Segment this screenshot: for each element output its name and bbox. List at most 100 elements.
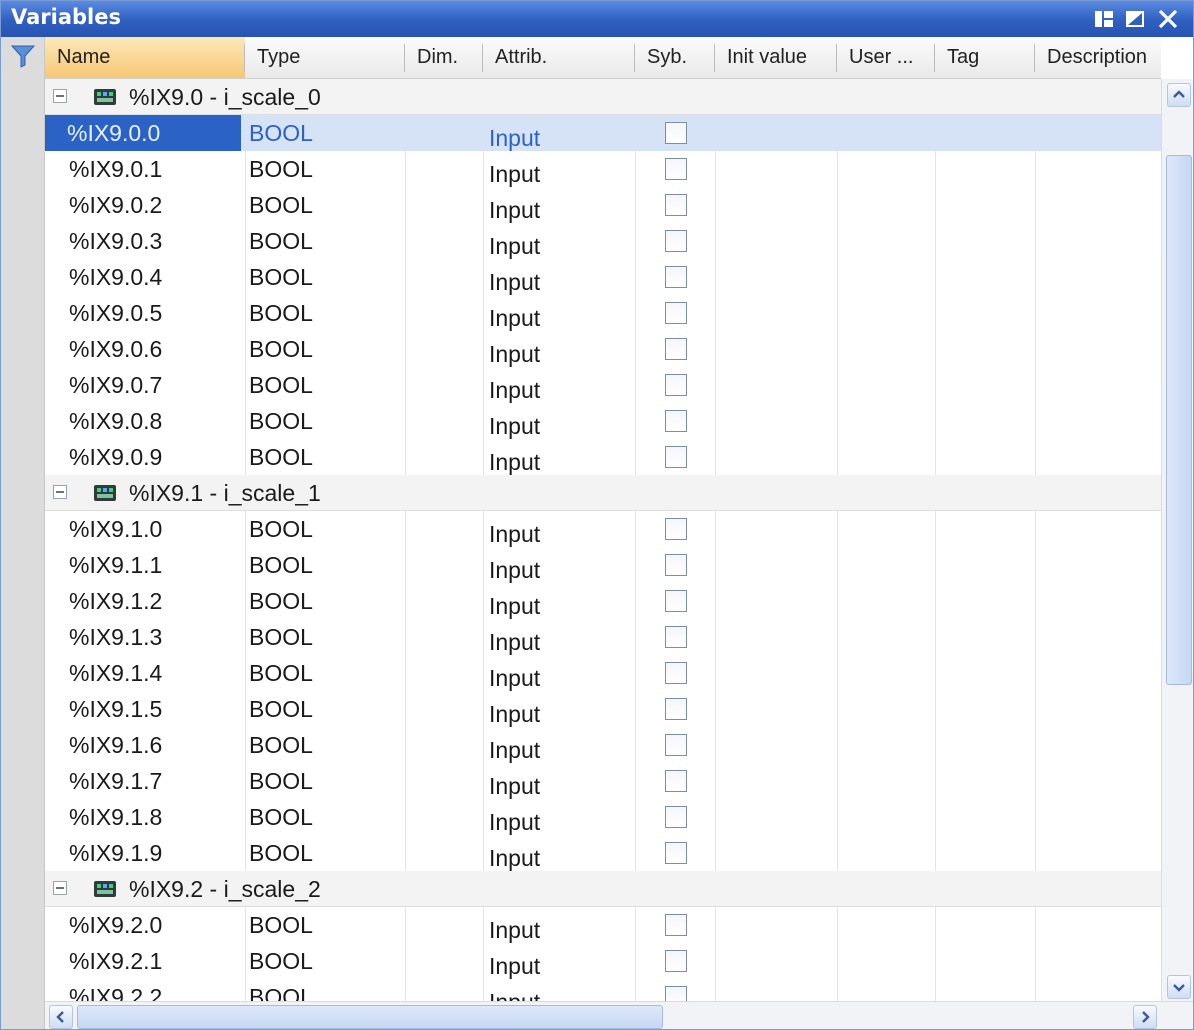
column-header-tag[interactable]: Tag	[935, 37, 1035, 78]
dock-icon[interactable]	[1092, 7, 1116, 31]
table-row[interactable]: %IX9.1.9 BOOL Input	[45, 835, 1161, 871]
variable-name[interactable]: %IX9.1.9	[69, 835, 162, 871]
table-row[interactable]: %IX9.0.1 BOOL Input	[45, 151, 1161, 187]
variable-type[interactable]: BOOL	[249, 403, 313, 439]
variable-name[interactable]: %IX9.0.3	[69, 223, 162, 259]
variable-name[interactable]: %IX9.0.8	[69, 403, 162, 439]
syb-checkbox[interactable]	[665, 122, 687, 144]
variable-name[interactable]: %IX9.0.7	[69, 367, 162, 403]
variable-type[interactable]: BOOL	[249, 655, 313, 691]
syb-checkbox[interactable]	[665, 806, 687, 828]
variable-name[interactable]: %IX9.1.1	[69, 547, 162, 583]
variable-name[interactable]: %IX9.1.5	[69, 691, 162, 727]
table-row[interactable]: %IX9.1.2 BOOL Input	[45, 583, 1161, 619]
syb-checkbox[interactable]	[665, 374, 687, 396]
column-header-user[interactable]: User ...	[837, 37, 935, 78]
syb-checkbox[interactable]	[665, 554, 687, 576]
table-row[interactable]: %IX9.1.0 BOOL Input	[45, 511, 1161, 547]
syb-checkbox[interactable]	[665, 230, 687, 252]
variable-name[interactable]: %IX9.0.5	[69, 295, 162, 331]
variable-name[interactable]: %IX9.1.8	[69, 799, 162, 835]
table-row[interactable]: %IX9.0.0 BOOL Input	[45, 115, 1161, 151]
variable-type[interactable]: BOOL	[249, 547, 313, 583]
syb-checkbox[interactable]	[665, 158, 687, 180]
variable-type[interactable]: BOOL	[249, 763, 313, 799]
syb-checkbox[interactable]	[665, 698, 687, 720]
table-row[interactable]: %IX9.0.2 BOOL Input	[45, 187, 1161, 223]
vertical-scrollbar[interactable]	[1161, 79, 1193, 1001]
syb-checkbox[interactable]	[665, 590, 687, 612]
syb-checkbox[interactable]	[665, 410, 687, 432]
variable-type[interactable]: BOOL	[249, 259, 313, 295]
column-header-name[interactable]: Name	[45, 37, 245, 78]
syb-checkbox[interactable]	[665, 338, 687, 360]
group-row[interactable]: %IX9.2 - i_scale_2	[45, 871, 1161, 907]
syb-checkbox[interactable]	[665, 626, 687, 648]
syb-checkbox[interactable]	[665, 986, 687, 1001]
group-row[interactable]: %IX9.0 - i_scale_0	[45, 79, 1161, 115]
vertical-scroll-thumb[interactable]	[1166, 155, 1192, 685]
filter-icon[interactable]	[10, 43, 36, 69]
syb-checkbox[interactable]	[665, 950, 687, 972]
variable-name[interactable]: %IX9.2.1	[69, 943, 162, 979]
variable-type[interactable]: BOOL	[249, 691, 313, 727]
variable-name[interactable]: %IX9.1.7	[69, 763, 162, 799]
variable-name[interactable]: %IX9.0.4	[69, 259, 162, 295]
variable-name[interactable]: %IX9.0.1	[69, 151, 162, 187]
syb-checkbox[interactable]	[665, 914, 687, 936]
table-row[interactable]: %IX9.0.8 BOOL Input	[45, 403, 1161, 439]
variable-name[interactable]: %IX9.1.3	[69, 619, 162, 655]
syb-checkbox[interactable]	[665, 662, 687, 684]
variable-type[interactable]: BOOL	[249, 331, 313, 367]
table-row[interactable]: %IX9.2.0 BOOL Input	[45, 907, 1161, 943]
variable-type[interactable]: BOOL	[249, 835, 313, 871]
collapse-icon[interactable]	[53, 89, 67, 103]
variable-type[interactable]: BOOL	[249, 295, 313, 331]
syb-checkbox[interactable]	[665, 518, 687, 540]
syb-checkbox[interactable]	[665, 302, 687, 324]
variable-type[interactable]: BOOL	[249, 367, 313, 403]
syb-checkbox[interactable]	[665, 770, 687, 792]
table-row[interactable]: %IX9.1.3 BOOL Input	[45, 619, 1161, 655]
variable-name[interactable]: %IX9.1.4	[69, 655, 162, 691]
variable-type[interactable]: BOOL	[249, 583, 313, 619]
variable-name[interactable]: %IX9.2.2	[69, 979, 162, 1001]
scroll-down-button[interactable]	[1167, 975, 1191, 999]
variable-name[interactable]: %IX9.0.0	[45, 115, 241, 151]
variable-type[interactable]: BOOL	[249, 943, 313, 979]
syb-checkbox[interactable]	[665, 734, 687, 756]
variable-type[interactable]: BOOL	[249, 187, 313, 223]
variable-name[interactable]: %IX9.1.2	[69, 583, 162, 619]
variable-type[interactable]: BOOL	[249, 979, 313, 1001]
variable-name[interactable]: %IX9.0.2	[69, 187, 162, 223]
column-header-init-value[interactable]: Init value	[715, 37, 837, 78]
horizontal-scrollbar[interactable]	[45, 1001, 1193, 1029]
close-icon[interactable]	[1156, 7, 1180, 31]
table-row[interactable]: %IX9.0.6 BOOL Input	[45, 331, 1161, 367]
variable-name[interactable]: %IX9.1.6	[69, 727, 162, 763]
variable-type[interactable]: BOOL	[249, 115, 313, 151]
table-row[interactable]: %IX9.0.5 BOOL Input	[45, 295, 1161, 331]
variable-name[interactable]: %IX9.2.0	[69, 907, 162, 943]
table-row[interactable]: %IX9.0.3 BOOL Input	[45, 223, 1161, 259]
collapse-icon[interactable]	[53, 881, 67, 895]
table-row[interactable]: %IX9.1.8 BOOL Input	[45, 799, 1161, 835]
variable-type[interactable]: BOOL	[249, 619, 313, 655]
column-header-description[interactable]: Description	[1035, 37, 1161, 78]
variable-name[interactable]: %IX9.0.6	[69, 331, 162, 367]
syb-checkbox[interactable]	[665, 266, 687, 288]
variable-type[interactable]: BOOL	[249, 151, 313, 187]
variable-name[interactable]: %IX9.1.0	[69, 511, 162, 547]
variable-type[interactable]: BOOL	[249, 511, 313, 547]
variable-attrib[interactable]: Input	[489, 984, 540, 1001]
group-row[interactable]: %IX9.1 - i_scale_1	[45, 475, 1161, 511]
variable-type[interactable]: BOOL	[249, 439, 313, 475]
horizontal-scroll-thumb[interactable]	[77, 1005, 663, 1029]
table-row[interactable]: %IX9.1.5 BOOL Input	[45, 691, 1161, 727]
variable-type[interactable]: BOOL	[249, 799, 313, 835]
syb-checkbox[interactable]	[665, 842, 687, 864]
syb-checkbox[interactable]	[665, 446, 687, 468]
variable-name[interactable]: %IX9.0.9	[69, 439, 162, 475]
column-header-dim[interactable]: Dim.	[405, 37, 483, 78]
table-row[interactable]: %IX9.1.4 BOOL Input	[45, 655, 1161, 691]
